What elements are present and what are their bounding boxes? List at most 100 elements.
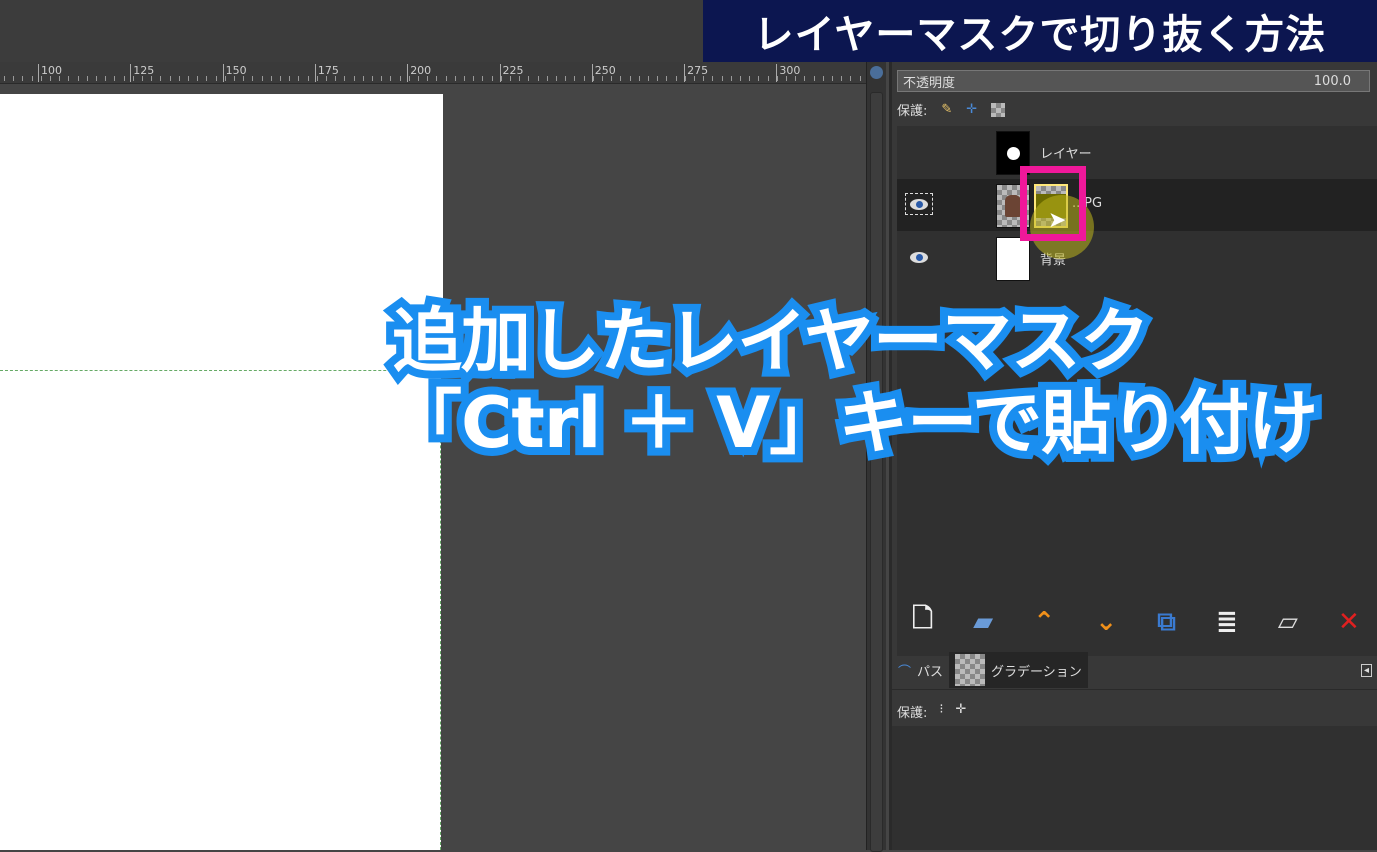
ruler-minor-tick [372,76,373,81]
lock-position-icon[interactable]: ✛ [966,102,977,117]
ruler-minor-tick [675,76,677,81]
anchor-layer-icon[interactable]: ▱ [1278,607,1298,637]
eye-icon[interactable] [905,246,933,268]
merge-down-icon[interactable]: ≣ [1216,607,1238,637]
ruler-minor-tick [491,76,493,81]
ruler-minor-tick [160,76,162,81]
ruler-minor-tick [344,76,346,81]
ruler-minor-tick [362,76,364,81]
ruler-minor-tick [740,76,741,81]
ruler-minor-tick [813,76,815,81]
raise-layer-icon[interactable]: ⌃ [1033,607,1055,637]
gradient-icon [955,654,986,686]
ruler-minor-tick [105,76,107,81]
ruler-minor-tick [730,76,732,81]
ruler-minor-tick [206,76,208,81]
ruler-minor-tick [822,76,824,81]
lock-strokes-icon[interactable]: ⁝ [939,702,943,721]
ruler-minor-tick [620,76,622,81]
duplicate-layer-icon[interactable]: ⧉ [1157,607,1176,638]
tab-label: パス [917,664,944,680]
ruler-minor-tick [574,76,576,81]
ruler-minor-tick [712,76,714,81]
ruler-minor-tick [721,76,723,81]
eye-icon[interactable] [905,193,933,215]
canvas-area[interactable] [0,84,866,850]
ruler-minor-tick [188,76,189,81]
lock-position-icon[interactable]: ✛ [956,702,967,721]
paths-list [892,726,1377,850]
ruler-minor-tick [353,76,355,81]
ruler-tick-label: 100 [38,64,62,82]
ruler-tick-label: 125 [130,64,154,82]
ruler-tick-label: 200 [407,64,431,82]
lock-pixels-icon[interactable]: ✎ [941,102,952,117]
layer-toolbar: 🗋 ▰ ⌃ ⌄ ⧉ ≣ ▱ ✕ [892,597,1377,647]
ruler-minor-tick [114,76,116,81]
ruler-tick-label: 300 [776,64,800,82]
ruler-tick-label: 275 [684,64,708,82]
layer-row[interactable]: 背景 [897,232,1377,284]
ruler-minor-tick [4,76,5,81]
ruler-minor-tick [749,76,751,81]
ruler-minor-tick [445,76,447,81]
ruler-minor-tick [22,76,24,81]
ruler-minor-tick [638,76,640,81]
layer-thumbnail [996,237,1030,281]
caption-line-2: 「Ctrl ＋ V」キーで貼り付け [384,374,1326,472]
ruler-minor-tick [86,76,88,81]
scrollbar-thumb[interactable] [870,92,883,852]
lock-alpha-icon[interactable] [991,102,1006,117]
ruler-minor-tick [850,76,852,81]
new-layer-icon[interactable]: 🗋 [912,600,933,644]
dock-tabs: ⌒ パス グラデーション ◂ [892,652,1377,690]
ruler-minor-tick [169,76,171,81]
ruler-minor-tick [178,76,180,81]
ruler-minor-tick [197,76,199,81]
title-banner: レイヤーマスクで切り抜く方法 [703,0,1377,62]
canvas-image-selection [0,370,441,850]
ruler-minor-tick [252,76,254,81]
horizontal-ruler[interactable]: 100 125 150 175 200 225 250 275 300 [0,62,866,84]
layer-row[interactable]: レイヤー [897,126,1377,178]
ruler-minor-tick [307,76,309,81]
ruler-tick-label: 250 [591,64,616,82]
tab-menu-icon[interactable]: ◂ [1360,664,1372,677]
ruler-minor-tick [666,76,668,81]
ruler-minor-tick [261,76,263,81]
layer-row[interactable]: ..JPG [897,179,1377,231]
tab-paths[interactable]: ⌒ パス [892,652,949,688]
ruler-minor-tick [832,76,833,81]
navigate-icon[interactable] [870,66,883,79]
ruler-tick-label: 175 [314,64,339,82]
ruler-minor-tick [270,76,272,81]
ruler-minor-tick [31,76,33,81]
lock-label: 保護: [897,706,928,721]
delete-layer-icon[interactable]: ✕ [1338,607,1360,637]
ruler-minor-tick [96,76,97,81]
ruler-minor-tick [77,76,79,81]
ruler-minor-tick [583,76,585,81]
mouse-cursor-icon: ➤ [1048,208,1067,233]
ruler-minor-tick [399,76,401,81]
tab-gradients[interactable]: グラデーション [949,652,1088,688]
ruler-minor-tick [123,76,125,81]
ruler-tick-label: 225 [499,64,524,82]
paths-lock-row: 保護: ⁝ ✛ [897,702,966,721]
ruler-minor-tick [381,76,383,81]
ruler-minor-tick [859,76,861,81]
ruler-minor-tick [528,76,530,81]
lower-layer-icon[interactable]: ⌄ [1095,607,1117,637]
ruler-tick-label: 150 [222,64,247,82]
tab-label: グラデーション [991,664,1082,680]
canvas-image-top [0,94,443,370]
opacity-field[interactable]: 不透明度 100.0 [897,70,1370,92]
ruler-minor-tick [215,76,217,81]
new-layer-group-icon[interactable]: ▰ [973,607,993,637]
ruler-minor-tick [804,76,806,81]
ruler-minor-tick [629,76,631,81]
ruler-minor-tick [841,76,843,81]
opacity-value[interactable]: 100.0 [1314,74,1351,89]
ruler-minor-tick [546,76,548,81]
lock-row: 保護: ✎ ✛ [897,100,1006,119]
